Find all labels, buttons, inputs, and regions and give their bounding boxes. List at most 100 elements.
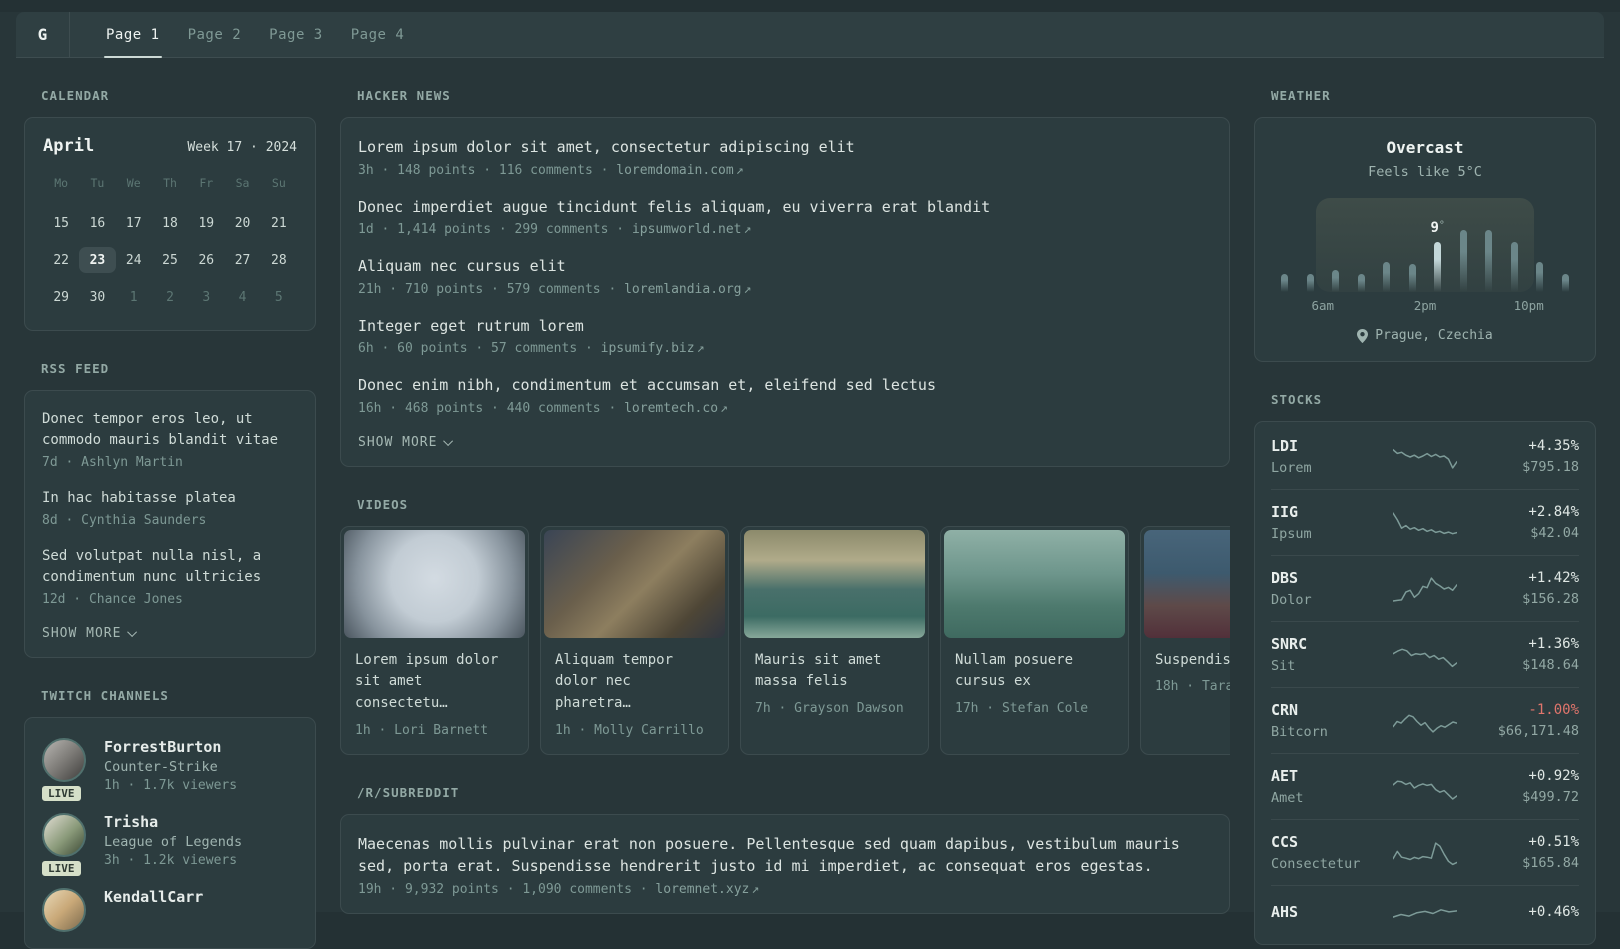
video-thumbnail[interactable] (944, 529, 1125, 638)
chevron-down-icon (443, 435, 454, 446)
nav-tab[interactable]: Page 3 (255, 12, 337, 57)
stock-ticker[interactable]: IIG (1271, 503, 1393, 521)
video-thumbnail[interactable] (744, 529, 925, 638)
stock-change: +0.46% (1528, 903, 1579, 920)
twitch-channel-name[interactable]: KendallCarr (104, 888, 203, 906)
dashboard: CALENDAR April Week 17 · 2024 Mo Tu We Th Fr… (0, 58, 1620, 949)
calendar-day: 3 (202, 289, 211, 305)
weather-feels-like: Feels like 5°C (1368, 164, 1482, 180)
video-card[interactable]: Nullam posuere cursus ex 17h · Stefan Co… (940, 525, 1129, 755)
location-pin-icon (1357, 328, 1369, 343)
video-card[interactable]: Mauris sit amet massa felis 7h · Grayson… (740, 525, 929, 755)
nav-tab[interactable]: Page 4 (337, 12, 419, 57)
video-title[interactable]: Nullam posuere cursus ex (955, 650, 1114, 693)
rss-item-meta: 8d · Cynthia Saunders (42, 513, 207, 528)
weekday-label: Tu (90, 176, 105, 190)
video-thumbnail[interactable] (1144, 529, 1230, 638)
hackernews-item-domain-link[interactable]: loremlandia.org (624, 282, 741, 297)
stock-ticker[interactable]: DBS (1271, 569, 1393, 587)
hackernews-item-domain-link[interactable]: loremtech.co (624, 401, 718, 416)
hackernews-item-title[interactable]: Integer eget rutrum lorem (358, 315, 1212, 338)
calendar-section: CALENDAR April Week 17 · 2024 Mo Tu We Th Fr… (24, 88, 316, 331)
stock-ticker[interactable]: CCS (1271, 833, 1393, 851)
rss-list: Donec tempor eros leo, ut commodo mauris… (42, 409, 298, 607)
calendar-day: 24 (125, 252, 142, 268)
video-card[interactable]: Aliquam tempor dolor nec pharetra… 1h · … (540, 525, 729, 755)
hackernews-item-domain-link[interactable]: ipsumworld.net (632, 222, 742, 237)
stock-ticker[interactable]: LDI (1271, 437, 1393, 455)
calendar-day: 5 (274, 289, 283, 305)
stock-change: +4.35% (1528, 438, 1579, 454)
video-card[interactable]: Suspendisse diam 18h · Tara (1140, 525, 1230, 755)
hackernews-item-title[interactable]: Lorem ipsum dolor sit amet, consectetur … (358, 136, 1212, 159)
video-title[interactable]: Mauris sit amet massa felis (755, 650, 914, 693)
twitch-channel-name[interactable]: ForrestBurton (104, 738, 237, 756)
rss-item: Sed volutpat nulla nisl, a condimentum n… (42, 546, 298, 607)
hackernews-item-title[interactable]: Donec enim nibh, condimentum et accumsan… (358, 374, 1212, 397)
stock-ticker[interactable]: SNRC (1271, 635, 1393, 653)
video-title[interactable]: Aliquam tempor dolor nec pharetra… (555, 650, 714, 715)
rss-item-title[interactable]: Donec tempor eros leo, ut commodo mauris… (42, 409, 298, 451)
stock-sparkline (1393, 508, 1457, 538)
hackernews-show-more-button[interactable]: SHOW MORE (358, 435, 454, 450)
weather-hour-bar (1383, 262, 1391, 292)
stock-row[interactable]: IIG Ipsum +2.84% $42.04 (1271, 489, 1579, 555)
subreddit-post-title[interactable]: Maecenas mollis pulvinar erat non posuer… (358, 833, 1212, 878)
hackernews-item-title[interactable]: Aliquam nec cursus elit (358, 255, 1212, 278)
stock-row[interactable]: DBS Dolor +1.42% $156.28 (1271, 555, 1579, 621)
stock-ticker[interactable]: CRN (1271, 701, 1393, 719)
weather-location: Prague, Czechia (1273, 328, 1577, 343)
rss-item-title[interactable]: Sed volutpat nulla nisl, a condimentum n… (42, 546, 298, 588)
stock-ticker[interactable]: AHS (1271, 903, 1393, 921)
video-title[interactable]: Suspendisse diam (1155, 650, 1230, 672)
rss-section: RSS FEED Donec tempor eros leo, ut commo… (24, 361, 316, 658)
calendar-day: 28 (271, 252, 287, 268)
weekday-label: Sa (235, 176, 250, 190)
hackernews-item-domain-link[interactable]: ipsumify.biz (601, 341, 695, 356)
hackernews-item-title[interactable]: Donec imperdiet augue tincidunt felis al… (358, 196, 1212, 219)
avatar[interactable] (42, 813, 86, 857)
video-meta: 17h · Stefan Cole (955, 700, 1089, 716)
time-label: 2pm (1413, 298, 1437, 313)
stock-change: +2.84% (1528, 504, 1579, 520)
stock-row[interactable]: AET Amet +0.92% $499.72 (1271, 753, 1579, 819)
weather-hour-bar (1561, 274, 1569, 292)
twitch-channel-name[interactable]: Trisha (104, 813, 242, 831)
video-card[interactable]: Lorem ipsum dolor sit amet consectetu… 1… (340, 525, 529, 755)
stock-ticker[interactable]: AET (1271, 767, 1393, 785)
hackernews-item-meta: 21h · 710 points · 579 comments · loreml… (358, 282, 1212, 297)
calendar-day: 30 (89, 289, 106, 305)
stock-row[interactable]: CCS Consectetur +0.51% $165.84 (1271, 819, 1579, 885)
rss-show-more-button[interactable]: SHOW MORE (42, 626, 138, 641)
nav-tab[interactable]: Page 1 (92, 12, 174, 58)
nav-tab[interactable]: Page 2 (174, 12, 256, 57)
weather-condition: Overcast (1386, 138, 1464, 157)
external-link-icon: ↗ (696, 341, 705, 356)
weekday-label: Su (271, 176, 286, 190)
stock-name: Bitcorn (1271, 724, 1328, 740)
avatar[interactable] (42, 888, 86, 932)
hackernews-item-meta: 1d · 1,414 points · 299 comments · ipsum… (358, 222, 1212, 237)
hackernews-item-meta: 6h · 60 points · 57 comments · ipsumify.… (358, 341, 1212, 356)
subreddit-post-domain-link[interactable]: loremnet.xyz (655, 882, 749, 897)
hackernews-item-domain-link[interactable]: loremdomain.com (616, 163, 733, 178)
twitch-channel-game[interactable]: League of Legends (104, 834, 242, 850)
avatar[interactable] (42, 738, 86, 782)
twitch-channel-game[interactable]: Counter-Strike (104, 759, 237, 775)
video-title[interactable]: Lorem ipsum dolor sit amet consectetu… (355, 650, 514, 715)
video-thumbnail[interactable] (344, 529, 525, 638)
meta-text: 3h · 148 points · 116 comments · (358, 162, 617, 178)
calendar-day: 29 (53, 289, 69, 305)
page-tabs: Page 1 Page 2 Page 3 Page 4 (70, 12, 419, 58)
stock-row[interactable]: CRN Bitcorn -1.00% $66,171.48 (1271, 687, 1579, 753)
stock-row[interactable]: SNRC Sit +1.36% $148.64 (1271, 621, 1579, 687)
stock-row[interactable]: AHS +0.46% (1271, 885, 1579, 942)
rss-item-title[interactable]: In hac habitasse platea (42, 488, 298, 509)
stock-name: Ipsum (1271, 526, 1312, 542)
calendar-day: 4 (238, 289, 247, 305)
video-thumbnail[interactable] (544, 529, 725, 638)
avatar-wrap: LIVE (40, 738, 88, 803)
stock-row[interactable]: LDI Lorem +4.35% $795.18 (1271, 424, 1579, 489)
meta-text: 1d · 1,414 points · 299 comments · (358, 222, 632, 237)
calendar-day: 20 (234, 215, 251, 231)
